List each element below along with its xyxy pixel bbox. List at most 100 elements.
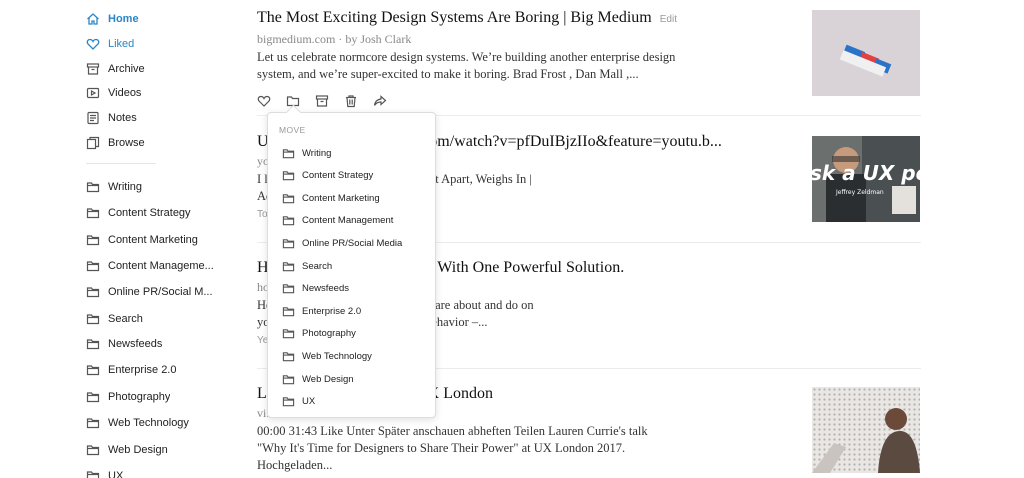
sidebar-item-label: Archive (108, 63, 145, 75)
folder-icon (282, 237, 295, 250)
folder-icon (86, 416, 100, 430)
sidebar-item-notes[interactable]: Notes (86, 108, 137, 128)
sidebar-folder-item[interactable]: Content Strategy (86, 203, 191, 223)
move-menu-item[interactable]: UX (282, 393, 315, 411)
move-menu-item-label: Online PR/Social Media (302, 237, 403, 249)
move-menu-item[interactable]: Photography (282, 325, 356, 343)
folder-icon (86, 443, 100, 457)
sidebar-folder-item[interactable]: UX (86, 466, 123, 478)
sidebar-folder-label: Online PR/Social M... (108, 286, 213, 298)
sidebar-folder-item[interactable]: Online PR/Social M... (86, 282, 213, 302)
article-actions (257, 94, 921, 108)
sidebar-folder-item[interactable]: Writing (86, 177, 142, 197)
article-thumbnail[interactable] (812, 387, 920, 473)
move-menu-item-label: Content Strategy (302, 170, 374, 182)
video-overlay-text: sk a UX pe (812, 161, 920, 185)
sidebar-folder-item[interactable]: Photography (86, 387, 170, 407)
browse-icon (86, 136, 100, 150)
article-title[interactable]: The Most Exciting Design Systems Are Bor… (257, 8, 777, 30)
video-thumbnail[interactable]: sk a UX pe Jeffrey Zeldman (812, 136, 920, 222)
folder-icon (86, 180, 100, 194)
folder-icon (282, 305, 295, 318)
folder-icon (282, 373, 295, 386)
move-menu-item-label: Search (302, 260, 333, 272)
sidebar-folder-item[interactable]: Newsfeeds (86, 334, 162, 354)
folder-icon (282, 350, 295, 363)
like-icon[interactable] (257, 94, 271, 108)
folder-icon (282, 192, 295, 205)
sidebar-item-label: Browse (108, 137, 145, 149)
folder-icon (282, 169, 295, 182)
sidebar-folder-label: Newsfeeds (108, 338, 163, 350)
sidebar-folder-label: Search (108, 313, 143, 325)
sidebar-item-archive[interactable]: Archive (86, 59, 145, 79)
sidebar-item-videos[interactable]: Videos (86, 83, 141, 103)
folder-icon (86, 233, 100, 247)
folder-icon (86, 469, 100, 478)
sidebar-item-label: Notes (108, 112, 137, 124)
sidebar-folder-label: Writing (108, 181, 143, 193)
move-menu-item-label: Enterprise 2.0 (302, 305, 362, 317)
move-menu-item-label: Web Technology (302, 350, 372, 362)
sidebar-folder-item[interactable]: Web Technology (86, 413, 189, 433)
move-menu-item[interactable]: Content Strategy (282, 167, 373, 185)
sidebar-item-liked[interactable]: Liked (86, 34, 134, 54)
move-menu-item[interactable]: Web Technology (282, 347, 372, 365)
article-excerpt: 00:00 31:43 Like Unter Später anschauen … (257, 424, 648, 472)
sidebar-folder-label: Web Technology (108, 417, 189, 429)
folder-icon (86, 285, 100, 299)
move-menu-item[interactable]: Content Management (282, 212, 393, 230)
article-title-text[interactable]: The Most Exciting Design Systems Are Bor… (257, 9, 652, 26)
move-menu-item-label: Content Management (302, 215, 394, 227)
sidebar-item-browse[interactable]: Browse (86, 133, 145, 153)
heart-icon (86, 37, 100, 51)
sidebar-item-label: Home (108, 13, 139, 25)
folder-icon (282, 395, 295, 408)
move-menu-item[interactable]: Content Marketing (282, 189, 380, 207)
folder-icon (282, 214, 295, 227)
folder-icon (282, 260, 295, 273)
sidebar-folder-label: Content Strategy (108, 207, 191, 219)
archive-icon (86, 62, 100, 76)
sidebar-folder-item[interactable]: Content Manageme... (86, 256, 214, 276)
folder-icon (282, 147, 295, 160)
move-menu-item-label: Web Design (302, 373, 354, 385)
sidebar-item-home[interactable]: Home (86, 9, 139, 29)
move-menu-item[interactable]: Online PR/Social Media (282, 234, 402, 252)
folder-icon (86, 312, 100, 326)
move-menu: MOVE Writing Content Strategy Content Mark… (267, 112, 436, 418)
sidebar-folder-item[interactable]: Content Marketing (86, 230, 198, 250)
folder-icon (86, 337, 100, 351)
sidebar-folder-label: Photography (108, 391, 171, 403)
sidebar-folder-label: Web Design (108, 444, 168, 456)
sidebar-item-label: Liked (108, 38, 135, 50)
move-menu-item[interactable]: Newsfeeds (282, 280, 349, 298)
move-menu-heading: MOVE (279, 125, 306, 135)
sidebar-folder-label: Content Manageme... (108, 260, 214, 272)
sidebar-folder-item[interactable]: Web Design (86, 440, 168, 460)
move-menu-item-label: Writing (302, 147, 332, 159)
folder-icon (282, 327, 295, 340)
sidebar-folder-item[interactable]: Search (86, 309, 143, 329)
sidebar-folder-label: UX (108, 470, 124, 478)
folder-icon (86, 390, 100, 404)
sidebar-folder-item[interactable]: Enterprise 2.0 (86, 360, 176, 380)
share-icon[interactable] (373, 94, 387, 108)
folder-icon (282, 282, 295, 295)
video-caption: Jeffrey Zeldman (835, 189, 884, 196)
move-menu-item[interactable]: Enterprise 2.0 (282, 302, 361, 320)
move-menu-item[interactable]: Writing (282, 144, 331, 162)
move-menu-item[interactable]: Search (282, 257, 332, 275)
folder-icon (86, 206, 100, 220)
notes-icon (86, 111, 100, 125)
folder-icon (86, 259, 100, 273)
move-menu-item-label: Newsfeeds (302, 283, 349, 295)
archive-icon[interactable] (315, 94, 329, 108)
move-menu-item[interactable]: Web Design (282, 370, 354, 388)
trash-icon[interactable] (344, 94, 358, 108)
edit-link[interactable]: Edit (660, 14, 677, 25)
sidebar-folder-label: Enterprise 2.0 (108, 364, 177, 376)
move-menu-item-label: UX (302, 396, 316, 408)
article-thumbnail[interactable] (812, 10, 920, 96)
folder-icon (86, 363, 100, 377)
